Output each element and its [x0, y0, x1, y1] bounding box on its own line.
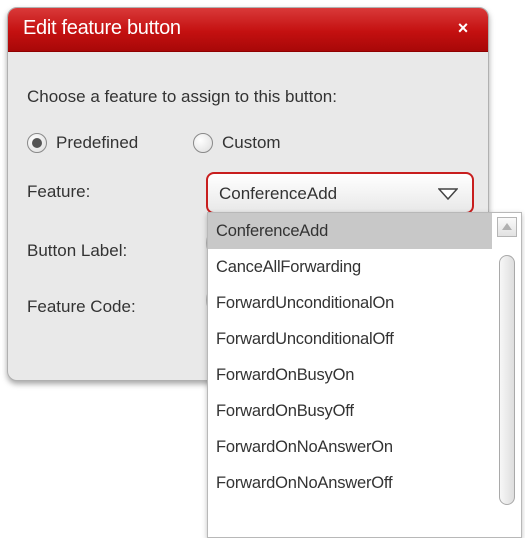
feature-dropdown-list[interactable]: ConferenceAdd CanceAllForwarding ForwardUn… — [207, 212, 522, 538]
dropdown-option[interactable]: CanceAllForwarding — [208, 249, 492, 285]
feature-label: Feature: — [27, 182, 91, 201]
dropdown-option[interactable]: ForwardUnconditionalOn — [208, 285, 492, 321]
dialog-title: Edit feature button — [23, 17, 181, 39]
dropdown-option[interactable]: ForwardOnNoAnswerOn — [208, 429, 492, 465]
arrow-up-icon[interactable] — [497, 217, 517, 237]
dropdown-option[interactable]: ForwardOnBusyOff — [208, 393, 492, 429]
dropdown-option[interactable]: ForwardOnBusyOn — [208, 357, 492, 393]
close-icon[interactable]: × — [453, 17, 473, 39]
radio-custom[interactable]: Custom — [193, 130, 281, 156]
prompt-text: Choose a feature to assign to this butto… — [27, 87, 337, 106]
dropdown-option[interactable]: ForwardOnNoAnswerOff — [208, 465, 492, 501]
button-label-label: Button Label: — [27, 241, 128, 260]
chevron-down-icon[interactable] — [437, 187, 459, 205]
scrollbar-thumb[interactable] — [499, 255, 515, 505]
feature-select[interactable]: ConferenceAdd — [206, 172, 474, 214]
feature-options: ConferenceAdd CanceAllForwarding ForwardUn… — [208, 213, 492, 501]
radio-predefined-circle[interactable] — [27, 133, 47, 153]
dropdown-option[interactable]: ConferenceAdd — [208, 213, 492, 249]
radio-custom-circle[interactable] — [193, 133, 213, 153]
radio-custom-label: Custom — [222, 133, 281, 152]
radio-predefined[interactable]: Predefined — [27, 130, 138, 156]
radio-predefined-label: Predefined — [56, 133, 139, 152]
feature-select-value: ConferenceAdd — [219, 184, 338, 203]
dialog-titlebar: Edit feature button × — [8, 8, 488, 52]
dropdown-option[interactable]: ForwardUnconditionalOff — [208, 321, 492, 357]
feature-code-label: Feature Code: — [27, 297, 136, 316]
dropdown-scrollbar[interactable] — [495, 217, 519, 537]
